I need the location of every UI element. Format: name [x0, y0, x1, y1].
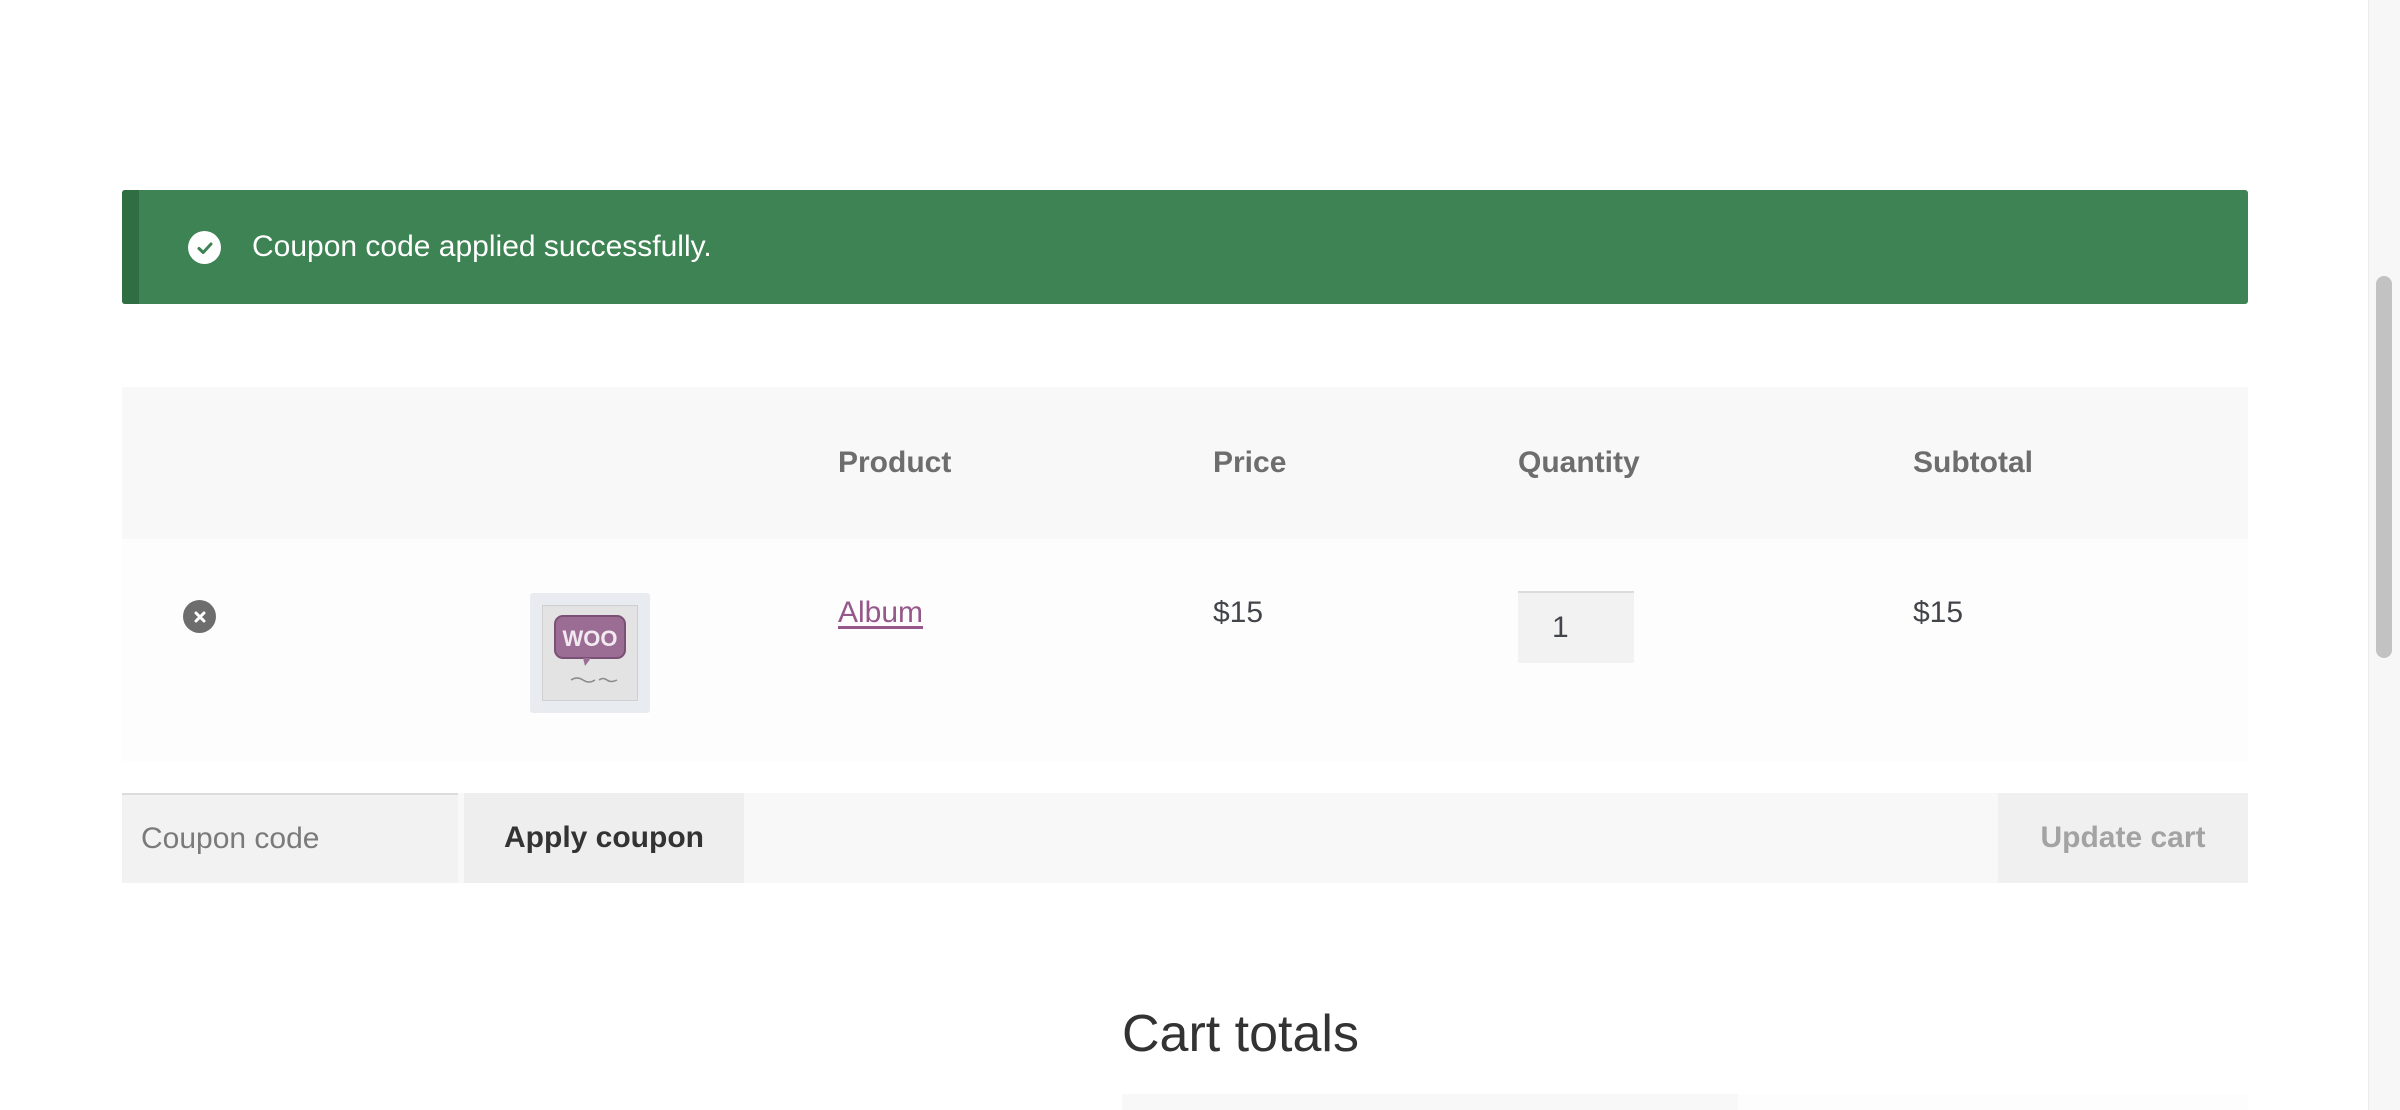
notice-message: Coupon code applied successfully.: [252, 230, 712, 263]
cart-totals-table-row-value: [1738, 1094, 2248, 1110]
apply-coupon-button[interactable]: Apply coupon: [464, 793, 744, 883]
cart-totals-heading: Cart totals: [1122, 1005, 1359, 1063]
remove-item-icon[interactable]: [183, 600, 216, 633]
cart-table: Product Price Quantity Subtotal WOO Albu…: [122, 387, 2248, 761]
coupon-code-input[interactable]: [122, 793, 458, 883]
column-header-subtotal: Subtotal: [1913, 446, 2033, 479]
quantity-input[interactable]: [1518, 591, 1634, 663]
column-header-quantity: Quantity: [1518, 446, 1640, 479]
cart-page: Coupon code applied successfully. Produc…: [0, 0, 2400, 1110]
product-thumbnail[interactable]: WOO: [530, 593, 650, 713]
column-header-price: Price: [1213, 446, 1287, 479]
product-name-link[interactable]: Album: [838, 596, 923, 629]
scrollbar-thumb[interactable]: [2376, 276, 2392, 658]
cart-actions: Apply coupon Update cart: [122, 793, 2248, 883]
cart-item-row: WOO Album $15 $15: [122, 539, 2248, 761]
thumbnail-woo-text: WOO: [563, 626, 618, 651]
woo-album-image: WOO: [542, 605, 638, 701]
product-price: $15: [1213, 596, 1264, 629]
cart-totals-table-row-label: [1122, 1094, 1738, 1110]
column-header-product: Product: [838, 446, 952, 479]
cart-table-header: Product Price Quantity Subtotal: [122, 387, 2248, 539]
update-cart-button[interactable]: Update cart: [1998, 793, 2248, 883]
product-name-cell: Album: [838, 591, 923, 635]
notice-accent-bar: [122, 190, 139, 304]
checkmark-circle-icon: [188, 231, 221, 264]
success-notice: Coupon code applied successfully.: [122, 190, 2248, 304]
product-subtotal: $15: [1913, 596, 1964, 629]
